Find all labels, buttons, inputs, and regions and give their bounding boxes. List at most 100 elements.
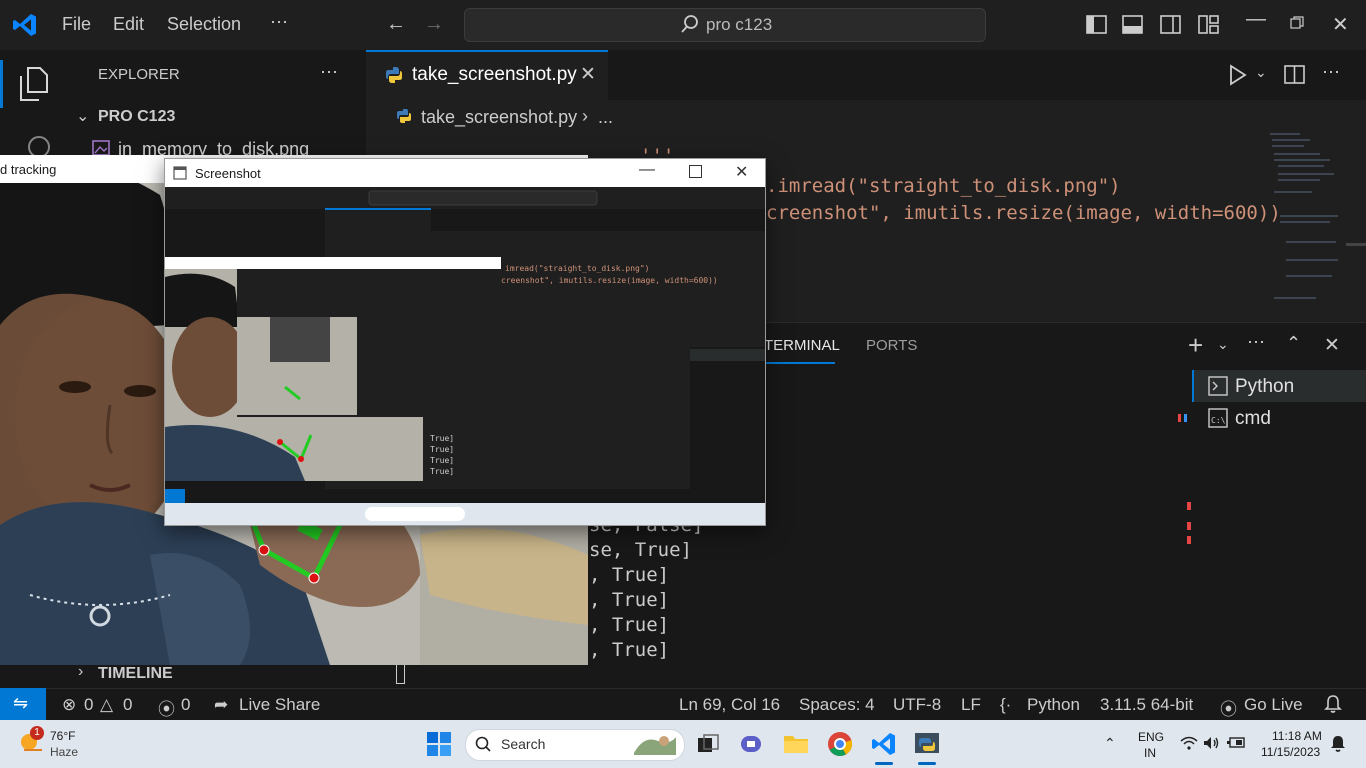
menu-more[interactable]: ⋯: [270, 12, 288, 33]
terminal-decoration-blue: [1184, 414, 1187, 422]
windows-start-icon[interactable]: [427, 732, 451, 761]
terminal-tab-underline: [764, 362, 835, 364]
panel-more-icon[interactable]: ⋯: [1247, 332, 1265, 353]
explorer-more-button[interactable]: ⋯: [320, 62, 338, 83]
window-app-icon: [173, 166, 187, 185]
terminal-output-line: , True]: [589, 639, 670, 661]
breadcrumb-file[interactable]: take_screenshot.py: [421, 107, 577, 128]
back-arrow-icon[interactable]: ←: [386, 13, 406, 36]
clock-date[interactable]: 11/15/2023: [1261, 745, 1320, 759]
weather-temperature[interactable]: 76°F: [50, 729, 75, 743]
editor-scrollbar[interactable]: [1346, 243, 1366, 246]
tab-ports[interactable]: PORTS: [866, 337, 917, 354]
python-file-icon: [385, 66, 403, 89]
run-dropdown-icon[interactable]: ⌄: [1255, 64, 1267, 81]
minimize-icon[interactable]: —: [1246, 8, 1266, 31]
toggle-primary-sidebar-icon[interactable]: [1086, 14, 1108, 41]
python-file-icon-small: [396, 108, 412, 129]
explorer-title: EXPLORER: [98, 66, 180, 83]
input-region[interactable]: IN: [1144, 746, 1156, 760]
battery-icon[interactable]: [1226, 736, 1246, 755]
code-line-2: .imread("straight_to_disk.png"): [766, 175, 1121, 197]
clock-time[interactable]: 11:18 AM: [1272, 729, 1322, 743]
terminal-dropdown-icon[interactable]: ⌄: [1217, 336, 1229, 353]
tab-label: take_screenshot.py: [412, 64, 577, 85]
wifi-icon[interactable]: [1180, 736, 1198, 755]
menu-file[interactable]: File: [62, 14, 91, 35]
language-mode[interactable]: Python: [1027, 695, 1080, 715]
code-line-3: creenshot", imutils.resize(image, width=…: [766, 202, 1281, 224]
tab-terminal[interactable]: TERMINAL: [764, 337, 840, 354]
python-interpreter[interactable]: 3.11.5 64-bit: [1100, 695, 1193, 715]
screenshot-minimize-icon[interactable]: —: [639, 161, 655, 179]
scroll-marker: [1187, 522, 1191, 530]
screenshot-window-title: Screenshot: [195, 166, 261, 181]
chrome-icon[interactable]: [827, 731, 853, 762]
maximize-panel-icon[interactable]: ⌃: [1286, 333, 1301, 354]
braces-icon: {·: [1000, 695, 1012, 714]
search-text: pro c123: [706, 15, 773, 34]
menu-selection[interactable]: Selection: [167, 14, 241, 35]
screenshot-maximize-icon[interactable]: [689, 165, 702, 178]
taskbar-search-placeholder: Search: [501, 736, 546, 752]
file-explorer-icon[interactable]: [783, 732, 809, 759]
error-icon[interactable]: ⊗: [62, 695, 76, 715]
active-view-indicator: [0, 60, 3, 108]
toggle-panel-icon[interactable]: [1122, 14, 1144, 41]
teams-icon[interactable]: [740, 733, 764, 760]
close-window-icon[interactable]: ✕: [1332, 12, 1349, 37]
chevron-right-icon[interactable]: ›: [78, 663, 83, 681]
live-share-button[interactable]: Live Share: [239, 695, 320, 715]
error-count[interactable]: 0: [84, 695, 93, 715]
notification-center-icon[interactable]: [1330, 735, 1346, 758]
new-terminal-icon[interactable]: +: [1188, 330, 1203, 361]
terminal-name-python[interactable]: Python: [1235, 376, 1294, 398]
encoding[interactable]: UTF-8: [893, 695, 941, 715]
ports-count[interactable]: 0: [181, 695, 190, 715]
restore-icon[interactable]: [1290, 16, 1304, 35]
warning-icon[interactable]: △: [100, 695, 113, 715]
menu-edit[interactable]: Edit: [113, 14, 144, 35]
svg-text:C:\: C:\: [1211, 416, 1226, 425]
editor-more-icon[interactable]: ⋯: [1322, 62, 1340, 83]
terminal-output-line: , True]: [589, 564, 670, 586]
input-language[interactable]: ENG: [1138, 730, 1164, 744]
weather-description[interactable]: Haze: [50, 745, 78, 759]
warning-count[interactable]: 0: [123, 695, 132, 715]
system-tray-expand-icon[interactable]: ⌃: [1104, 735, 1116, 752]
run-icon[interactable]: [1228, 64, 1248, 91]
python-taskbar-icon[interactable]: [914, 731, 940, 762]
vscode-running-indicator: [875, 762, 893, 765]
customize-layout-icon[interactable]: [1198, 14, 1220, 41]
toggle-secondary-sidebar-icon[interactable]: [1160, 14, 1182, 41]
go-live-button[interactable]: Go Live: [1244, 695, 1303, 715]
close-panel-icon[interactable]: ✕: [1324, 334, 1340, 357]
python-running-indicator: [918, 762, 936, 765]
scroll-marker: [1187, 536, 1191, 544]
cursor-position[interactable]: Ln 69, Col 16: [679, 695, 780, 715]
live-share-icon: ➦: [214, 695, 229, 714]
terminal-name-cmd[interactable]: cmd: [1235, 408, 1271, 430]
folder-name[interactable]: PRO C123: [98, 108, 175, 126]
task-view-icon[interactable]: [697, 734, 719, 759]
indentation[interactable]: Spaces: 4: [799, 695, 875, 715]
end-of-line[interactable]: LF: [961, 695, 981, 715]
explorer-icon[interactable]: [18, 66, 50, 107]
terminal-icon: [1208, 376, 1228, 401]
breadcrumb-more[interactable]: ...: [598, 107, 613, 128]
split-editor-icon[interactable]: [1284, 64, 1306, 91]
taskbar-search-icon: [475, 736, 491, 757]
search-icon: [680, 14, 700, 39]
broadcast-icon[interactable]: ⦿: [158, 695, 175, 720]
notifications-bell-icon[interactable]: [1324, 694, 1342, 719]
screenshot-window[interactable]: Screenshot — ✕ imread("straight_to_disk.…: [164, 158, 766, 526]
close-tab-icon[interactable]: ✕: [580, 63, 596, 86]
minimap[interactable]: [1260, 130, 1344, 320]
vscode-taskbar-icon[interactable]: [871, 731, 897, 762]
svg-text:True]: True]: [430, 467, 454, 476]
chevron-down-icon[interactable]: ⌄: [76, 106, 89, 126]
screenshot-close-icon[interactable]: ✕: [735, 162, 748, 182]
volume-icon[interactable]: [1203, 736, 1221, 755]
forward-arrow-icon[interactable]: →: [424, 13, 444, 36]
timeline-section[interactable]: TIMELINE: [98, 665, 173, 683]
